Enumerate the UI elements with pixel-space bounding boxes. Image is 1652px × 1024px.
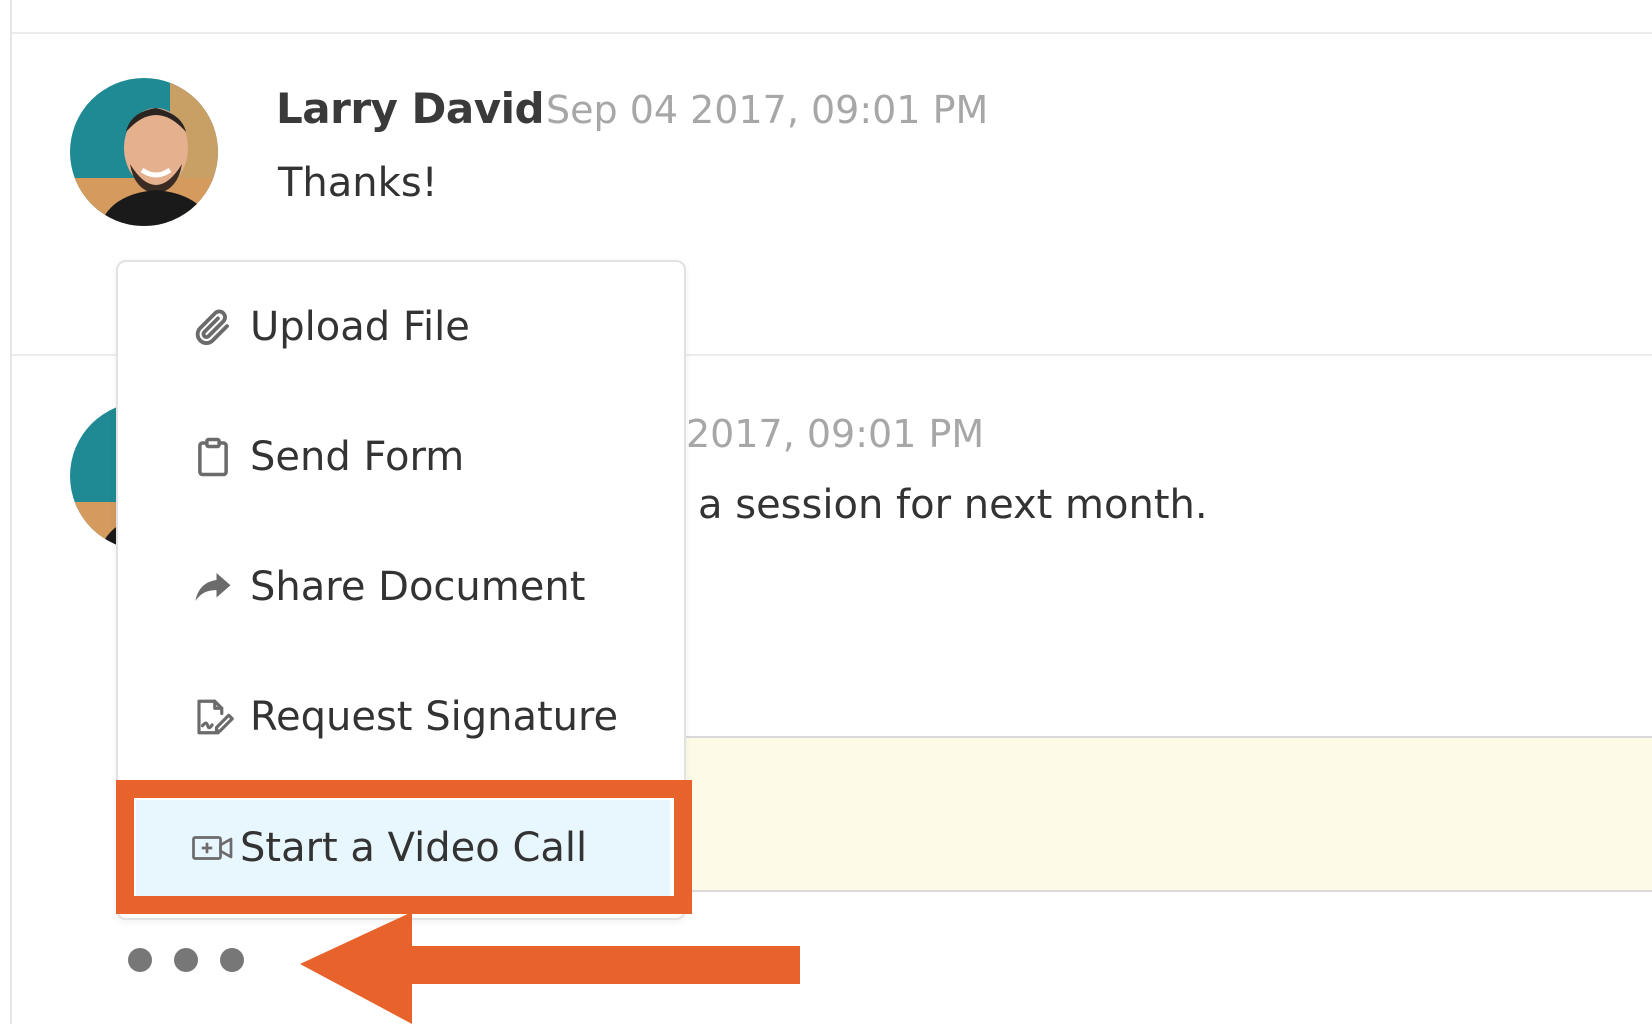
menu-item-label: Start a Video Call [240,825,588,871]
divider-top [12,32,1652,34]
message-timestamp: Sep 04 2017, 09:01 PM [546,88,989,132]
menu-item-start-video-call[interactable]: Start a Video Call [136,800,670,896]
message-author: Larry David [276,84,545,133]
menu-item-upload-file[interactable]: Upload File [118,272,684,382]
paperclip-icon [190,304,236,350]
signature-icon [190,694,236,740]
avatar[interactable] [70,78,218,226]
message-text: a session for next month. [698,482,1208,528]
menu-item-label: Send Form [250,434,465,480]
ellipsis-icon [220,948,244,972]
message-timestamp: 2017, 09:01 PM [686,412,985,456]
avatar-photo [70,78,218,226]
ellipsis-icon [128,948,152,972]
left-divider [10,0,12,1024]
menu-item-send-form[interactable]: Send Form [118,402,684,512]
message-text: Thanks! [278,160,438,206]
menu-item-label: Request Signature [250,694,619,740]
menu-item-request-signature[interactable]: Request Signature [118,662,684,772]
ellipsis-icon [174,948,198,972]
actions-menu: Upload File Send Form Share Document Req… [116,260,686,920]
menu-item-label: Upload File [250,304,470,350]
annotation-arrow-icon [300,912,800,1024]
more-actions-button[interactable] [128,948,244,972]
share-arrow-icon [190,564,236,610]
video-call-icon [190,825,236,871]
menu-item-share-document[interactable]: Share Document [118,532,684,642]
menu-item-label: Share Document [250,564,586,610]
clipboard-icon [190,434,236,480]
